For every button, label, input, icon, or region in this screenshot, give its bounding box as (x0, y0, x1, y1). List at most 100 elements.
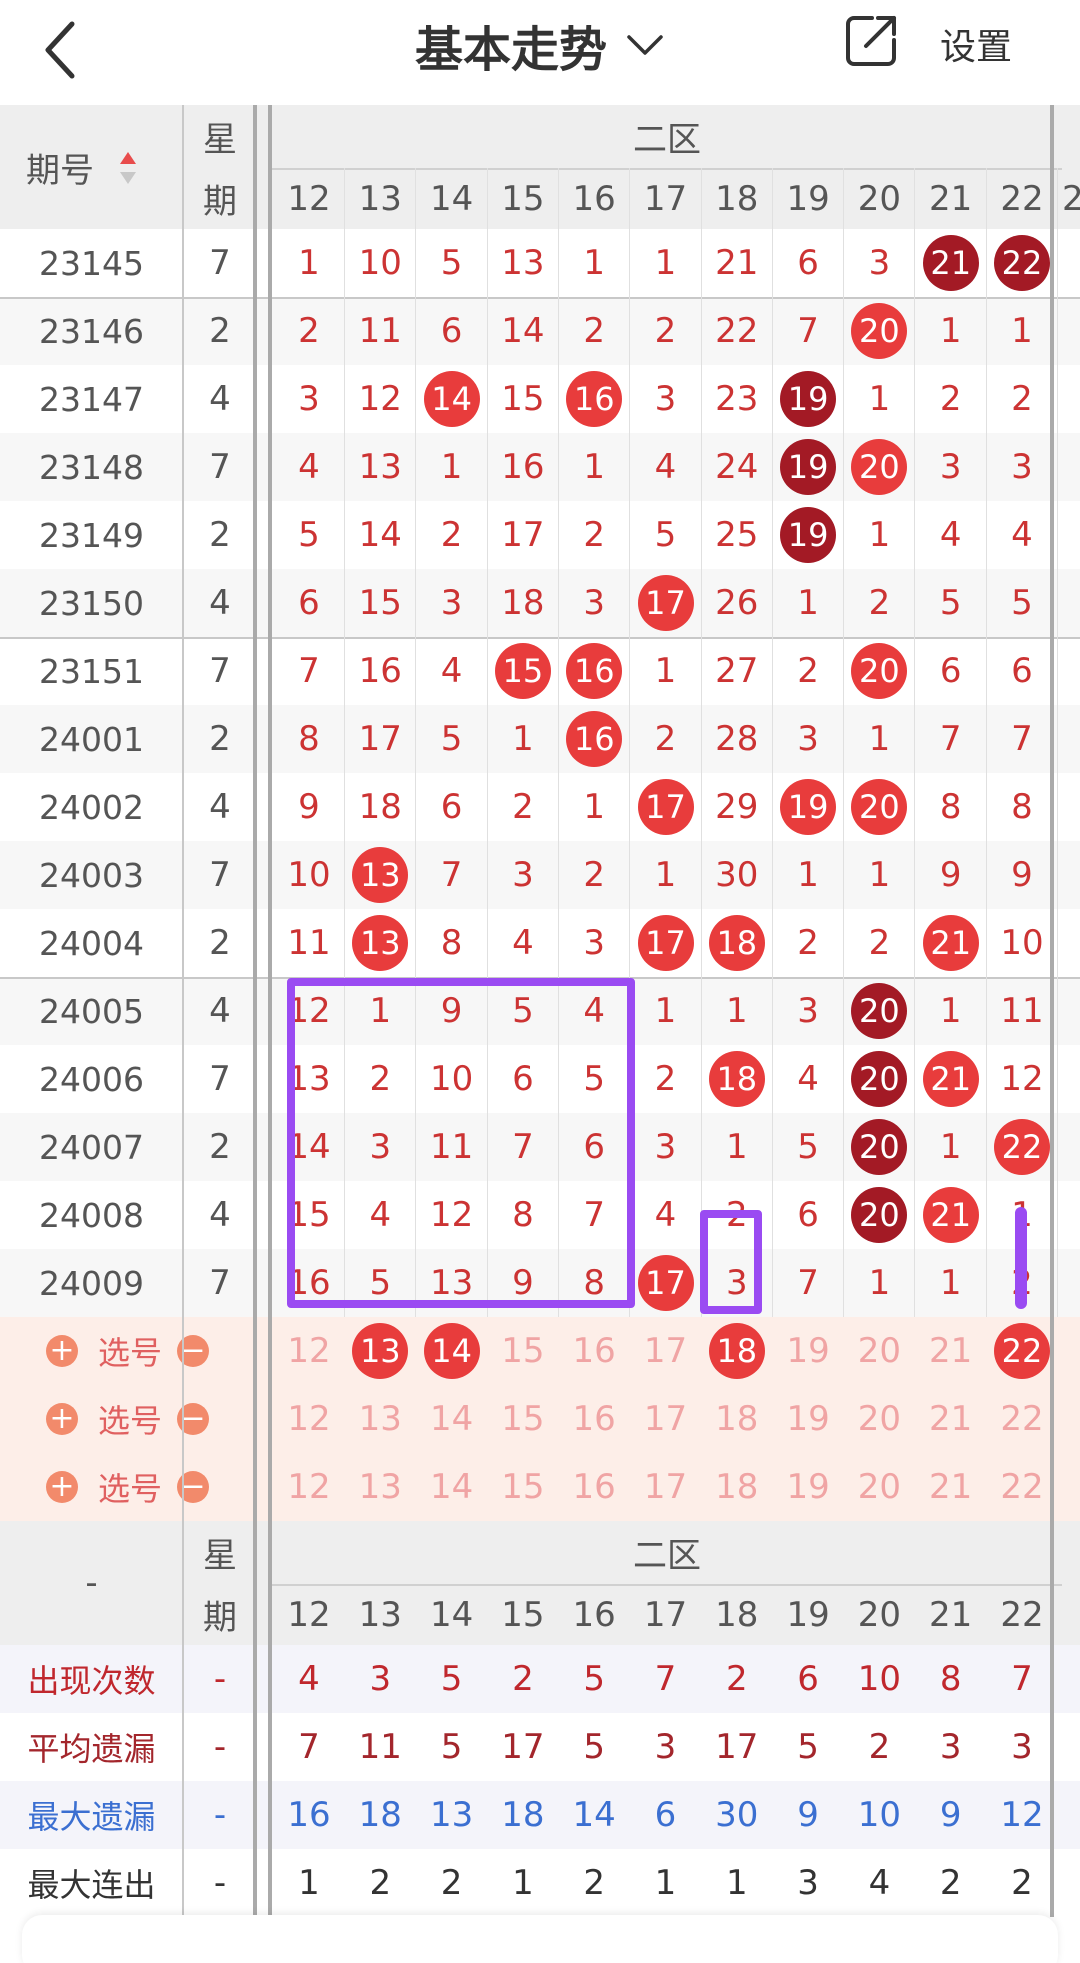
weekday-value: 7 (209, 447, 231, 487)
issue-column-header[interactable]: 期号 (0, 105, 120, 229)
footer-column-header-13: 13 (358, 1594, 402, 1635)
selectable-number-20[interactable]: 20 (844, 1385, 914, 1453)
selection-label[interactable]: 选号 (88, 1385, 172, 1453)
bottom-panel (22, 1915, 1058, 1963)
cell-value: 30 (715, 855, 759, 895)
selectable-number-12[interactable]: 12 (274, 1385, 344, 1453)
ball-20: 20 (851, 1119, 908, 1175)
settings-button[interactable]: 设置 (940, 18, 1012, 70)
ball-13: 13 (352, 847, 409, 903)
selection-label[interactable]: 选号 (88, 1317, 172, 1385)
column-header-20: 20 (857, 178, 902, 219)
selectable-number-13[interactable]: 13 (345, 1385, 415, 1453)
selectable-number-16[interactable]: 16 (559, 1453, 629, 1521)
issue-number[interactable]: 24007 (0, 1113, 183, 1181)
add-number-button[interactable]: + (46, 1471, 78, 1503)
ball-20: 20 (851, 1051, 908, 1107)
issue-number[interactable]: 24004 (0, 909, 183, 977)
title-dropdown[interactable]: 基本走势 (0, 10, 1080, 80)
stat-label: 出现次数 (27, 1662, 156, 1700)
issue-number[interactable]: 23145 (0, 229, 183, 297)
top-bar: 基本走势 设置 (0, 0, 1080, 105)
issue-number[interactable]: 23146 (0, 297, 183, 365)
selected-ball-14[interactable]: 14 (423, 1323, 480, 1379)
column-header-21: 21 (929, 178, 973, 219)
cell-value: 6 (939, 651, 962, 691)
stat-value: 2 (868, 1727, 891, 1767)
column-header-17: 17 (643, 178, 688, 219)
selectable-number-21[interactable]: 21 (916, 1317, 986, 1385)
ball-16: 16 (566, 711, 623, 767)
stat-value: 2 (583, 1863, 605, 1903)
selectable-number-19[interactable]: 19 (773, 1317, 843, 1385)
selectable-number-14[interactable]: 14 (417, 1385, 487, 1453)
issue-number[interactable]: 24002 (0, 773, 183, 841)
issue-number[interactable]: 24003 (0, 841, 183, 909)
ball-20: 20 (851, 1187, 908, 1243)
stat-value: 8 (939, 1659, 962, 1699)
share-button[interactable] (842, 12, 900, 70)
issue-number[interactable]: 24006 (0, 1045, 183, 1113)
issue-number[interactable]: 23148 (0, 433, 183, 501)
add-number-button[interactable]: + (46, 1403, 78, 1435)
footer-zone-label: 二区 (633, 1536, 701, 1576)
column-header-13: 13 (358, 178, 402, 219)
stat-value: 3 (369, 1659, 392, 1699)
selectable-number-17[interactable]: 17 (631, 1385, 701, 1453)
selected-ball-22[interactable]: 22 (994, 1323, 1050, 1379)
sort-icon[interactable] (118, 150, 138, 186)
selectable-number-21[interactable]: 21 (916, 1385, 986, 1453)
selected-ball-18[interactable]: 18 (708, 1323, 765, 1379)
selectable-number-12[interactable]: 12 (274, 1317, 344, 1385)
selectable-number-20[interactable]: 20 (844, 1317, 914, 1385)
selectable-number-22[interactable]: 22 (987, 1453, 1057, 1521)
selectable-number-17[interactable]: 17 (631, 1453, 701, 1521)
add-number-button[interactable]: + (46, 1335, 78, 1367)
selectable-number-15[interactable]: 15 (488, 1317, 558, 1385)
issue-number[interactable]: 24005 (0, 977, 183, 1045)
cell-value: 12 (1000, 1059, 1044, 1099)
stat-value: 6 (797, 1659, 819, 1699)
cell-value: 3 (797, 719, 819, 759)
stat-value: 9 (797, 1795, 819, 1835)
selectable-number-18[interactable]: 18 (702, 1453, 772, 1521)
cell-value: 4 (654, 447, 677, 487)
footer-column-header-22: 22 (1000, 1594, 1044, 1635)
selectable-number-18[interactable]: 18 (702, 1385, 772, 1453)
cell-value: 5 (440, 243, 463, 283)
selectable-number-14[interactable]: 14 (417, 1453, 487, 1521)
selectable-number-17[interactable]: 17 (631, 1317, 701, 1385)
selectable-number-19[interactable]: 19 (773, 1385, 843, 1453)
selectable-number-12[interactable]: 12 (274, 1453, 344, 1521)
stat-value: 16 (287, 1795, 331, 1835)
selectable-number-22[interactable]: 22 (987, 1385, 1057, 1453)
selectable-number-16[interactable]: 16 (559, 1385, 629, 1453)
selectable-number-20[interactable]: 20 (844, 1453, 914, 1521)
issue-number[interactable]: 23147 (0, 365, 183, 433)
issue-number[interactable]: 24008 (0, 1181, 183, 1249)
selectable-number-21[interactable]: 21 (916, 1453, 986, 1521)
cell-value: 3 (512, 855, 534, 895)
issue-number[interactable]: 23150 (0, 569, 183, 637)
issue-number[interactable]: 24009 (0, 1249, 183, 1317)
selectable-number-15[interactable]: 15 (488, 1385, 558, 1453)
page-title: 基本走势 (414, 22, 607, 78)
selected-ball-13[interactable]: 13 (352, 1323, 409, 1379)
cell-value: 22 (715, 311, 759, 351)
issue-number[interactable]: 23151 (0, 637, 183, 705)
ball-20: 20 (851, 779, 908, 835)
selectable-number-16[interactable]: 16 (559, 1317, 629, 1385)
cell-value: 3 (654, 1127, 677, 1167)
issue-number[interactable]: 24001 (0, 705, 183, 773)
cell-value: 1 (1011, 311, 1033, 351)
issue-number[interactable]: 23149 (0, 501, 183, 569)
selection-label[interactable]: 选号 (88, 1453, 172, 1521)
cell-value: 6 (797, 243, 819, 283)
selectable-number-19[interactable]: 19 (773, 1453, 843, 1521)
selectable-number-15[interactable]: 15 (488, 1453, 558, 1521)
selectable-number-13[interactable]: 13 (345, 1453, 415, 1521)
ball-19: 19 (780, 507, 837, 563)
cell-value: 26 (715, 583, 759, 623)
weekday-value: 7 (209, 651, 231, 691)
cell-value: 3 (298, 379, 320, 419)
